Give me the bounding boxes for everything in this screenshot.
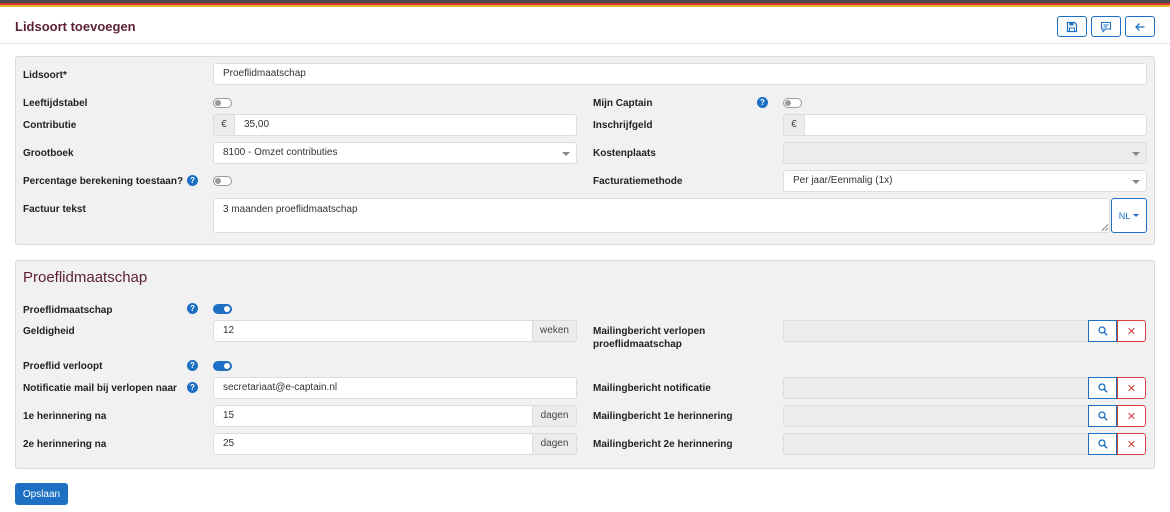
proeflidmaatschap-label: Proeflidmaatschap [23, 305, 113, 316]
facturatiemethode-select[interactable]: Per jaar/Eenmalig (1x) [783, 170, 1147, 192]
leeftijdstabel-toggle[interactable] [213, 98, 232, 108]
geldigheid-unit: weken [532, 320, 577, 342]
contributie-label: Contributie [23, 120, 77, 131]
mailing-verlopen-label: Mailingbericht verlopen proeflidmaatscha… [593, 325, 705, 351]
contributie-input[interactable]: 35,00 [234, 114, 577, 136]
mailing-verlopen-search-button[interactable] [1088, 320, 1117, 342]
close-icon: ✕ [1126, 410, 1137, 423]
notificatie-mail-label: Notificatie mail bij verlopen naar [23, 383, 177, 394]
factuur-tekst-label: Factuur tekst [23, 204, 86, 215]
back-button[interactable] [1125, 16, 1155, 37]
search-icon [1097, 411, 1108, 421]
inschrijfgeld-input[interactable] [804, 114, 1147, 136]
search-icon [1097, 439, 1108, 449]
chevron-down-icon [562, 152, 570, 156]
proeflid-verloopt-label: Proeflid verloopt [23, 361, 103, 372]
arrow-left-icon [1135, 22, 1145, 31]
caret-down-icon [1133, 214, 1140, 217]
mailing-herinnering1-label: Mailingbericht 1e herinnering [593, 411, 733, 422]
close-icon: ✕ [1126, 325, 1137, 338]
kostenplaats-select[interactable] [783, 142, 1147, 164]
proeflidmaatschap-help-icon[interactable]: ? [187, 303, 198, 314]
page-title: Lidsoort toevoegen [15, 19, 136, 34]
contributie-currency: € [213, 114, 235, 136]
resize-handle[interactable] [1101, 224, 1108, 231]
proeflid-verloopt-toggle[interactable] [213, 361, 232, 371]
mailing-notificatie-input[interactable] [783, 377, 1089, 399]
general-panel: Lidsoort* Proeflidmaatschap Leeftijdstab… [15, 56, 1155, 245]
mailing-notificatie-label: Mailingbericht notificatie [593, 383, 711, 394]
mailing-herinnering1-input[interactable] [783, 405, 1089, 427]
mailing-herinnering2-search-button[interactable] [1088, 433, 1117, 455]
mailing-verlopen-label-line2: proeflidmaatschap [593, 339, 682, 350]
geldigheid-input[interactable]: 12 [213, 320, 533, 342]
facturatiemethode-label: Facturatiemethode [593, 176, 683, 187]
inschrijfgeld-currency: € [783, 114, 805, 136]
close-icon: ✕ [1126, 382, 1137, 395]
comment-button[interactable] [1091, 16, 1121, 37]
mijn-captain-label: Mijn Captain [593, 98, 653, 109]
herinnering1-label: 1e herinnering na [23, 411, 107, 422]
mailing-verlopen-label-line1: Mailingbericht verlopen [593, 326, 706, 337]
save-icon [1066, 21, 1078, 32]
factuur-tekst-textarea[interactable]: 3 maanden proeflidmaatschap [213, 198, 1110, 233]
mailing-notificatie-search-button[interactable] [1088, 377, 1117, 399]
language-select-button[interactable]: NL [1111, 198, 1147, 233]
kostenplaats-label: Kostenplaats [593, 148, 656, 159]
geldigheid-label: Geldigheid [23, 326, 75, 337]
proeflidmaatschap-toggle[interactable] [213, 304, 232, 314]
mailing-herinnering1-search-button[interactable] [1088, 405, 1117, 427]
save-button[interactable]: Opslaan [15, 483, 68, 505]
mailing-notificatie-clear-button[interactable]: ✕ [1117, 377, 1146, 399]
inschrijfgeld-label: Inschrijfgeld [593, 120, 653, 131]
mailing-herinnering2-label: Mailingbericht 2e herinnering [593, 439, 733, 450]
mijn-captain-toggle[interactable] [783, 98, 802, 108]
mailing-herinnering2-input[interactable] [783, 433, 1089, 455]
leeftijdstabel-label: Leeftijdstabel [23, 98, 88, 109]
mailing-herinnering2-clear-button[interactable]: ✕ [1117, 433, 1146, 455]
close-icon: ✕ [1126, 438, 1137, 451]
percentage-toggle[interactable] [213, 176, 232, 186]
herinnering1-unit: dagen [532, 405, 577, 427]
percentage-label: Percentage berekening toestaan? [23, 176, 184, 187]
herinnering1-input[interactable]: 15 [213, 405, 533, 427]
search-icon [1097, 326, 1108, 336]
herinnering2-input[interactable]: 25 [213, 433, 533, 455]
herinnering2-unit: dagen [532, 433, 577, 455]
chevron-down-icon [1132, 180, 1140, 184]
mailing-verlopen-clear-button[interactable]: ✕ [1117, 320, 1146, 342]
grootboek-label: Grootboek [23, 148, 74, 159]
mailing-verlopen-input[interactable] [783, 320, 1089, 342]
comment-icon [1100, 21, 1112, 33]
chevron-down-icon [1132, 152, 1140, 156]
factuur-tekst-value: 3 maanden proeflidmaatschap [223, 204, 358, 215]
notificatie-mail-input[interactable]: secretariaat@e-captain.nl [213, 377, 577, 399]
lidsoort-label: Lidsoort* [23, 70, 67, 81]
section-title: Proeflidmaatschap [23, 269, 148, 286]
notificatie-mail-help-icon[interactable]: ? [187, 382, 198, 393]
lidsoort-input[interactable]: Proeflidmaatschap [213, 63, 1147, 85]
grootboek-select[interactable]: 8100 - Omzet contributies [213, 142, 577, 164]
percentage-help-icon[interactable]: ? [187, 175, 198, 186]
flag-bar [0, 0, 1170, 7]
save-icon-button[interactable] [1057, 16, 1087, 37]
mailing-herinnering1-clear-button[interactable]: ✕ [1117, 405, 1146, 427]
search-icon [1097, 383, 1108, 393]
proeflidmaatschap-panel: Proeflidmaatschap Proeflidmaatschap ? Ge… [15, 260, 1155, 469]
language-label: NL [1118, 210, 1131, 221]
mijn-captain-help-icon[interactable]: ? [757, 97, 768, 108]
herinnering2-label: 2e herinnering na [23, 439, 107, 450]
proeflid-verloopt-help-icon[interactable]: ? [187, 360, 198, 371]
page-header: Lidsoort toevoegen [0, 7, 1170, 44]
